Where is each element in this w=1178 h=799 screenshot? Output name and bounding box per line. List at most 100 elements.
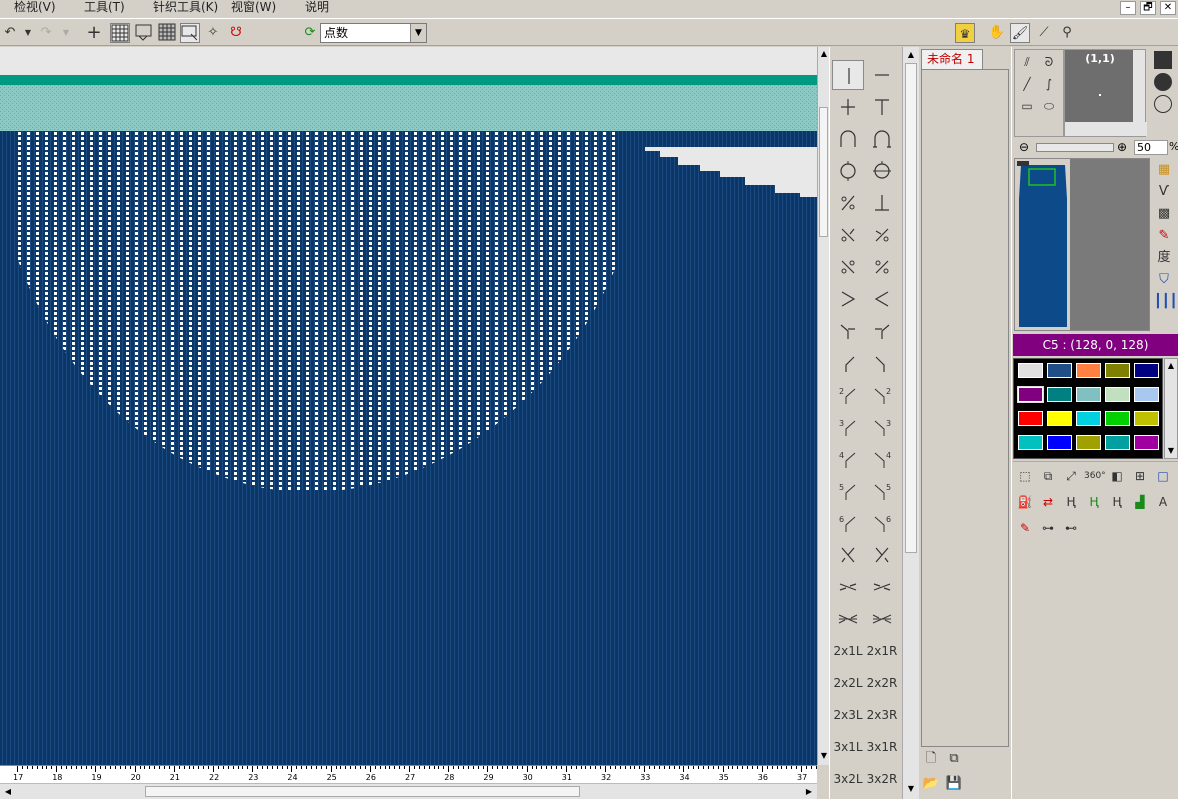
preview-vertical-scrollbar[interactable] [1133,50,1145,124]
brush-icon[interactable]: 🖌 [1010,23,1030,43]
hierarchy-icon[interactable]: ⊷ [1061,518,1081,538]
color-swatch[interactable] [1076,363,1101,378]
stitch-cross-right[interactable] [866,540,898,570]
menu-window[interactable]: 视窗(W) [231,0,276,17]
color-swatch[interactable] [1047,411,1072,426]
curve-pen-icon[interactable]: ᘐ [1039,52,1059,72]
marquee-icon[interactable] [180,23,200,43]
scroll-up-icon[interactable]: ▲ [1165,360,1177,372]
grid-split-icon[interactable]: ⊞ [1130,466,1150,486]
stitch-corner-left-3[interactable]: 3 [832,412,864,442]
filled-circle-icon[interactable] [1154,73,1172,91]
open-folder-icon[interactable]: 📂 [922,775,940,793]
stitch-2x3l[interactable]: 2x3L [832,700,864,730]
close-button[interactable]: ✕ [1160,1,1176,15]
color-swatch[interactable] [1105,435,1130,450]
stitch-tee[interactable] [866,92,898,122]
stitch-corner-left-4[interactable]: 4 [832,444,864,474]
stitch-palette-scrollbar[interactable]: ▲ ▼ [902,47,919,799]
stitch-corner-left-5[interactable]: 5 [832,476,864,506]
stitch-circle-bar[interactable] [866,156,898,186]
curve-tool-icon[interactable]: ∫ [1039,74,1059,94]
stitch-double-cross-right[interactable] [866,572,898,602]
stitch-horizontal[interactable] [866,60,898,90]
pencil-line-icon[interactable]: ⫽ [1017,52,1037,72]
crosshair-icon[interactable]: + [84,23,104,43]
hand-icon[interactable]: ✋ [987,23,1007,43]
stitch-2x2r[interactable]: 2x2R [866,668,898,698]
garment-overview[interactable] [1014,158,1150,331]
stitch-corner-right[interactable] [866,348,898,378]
zoom-out-icon[interactable]: ⊖ [1016,139,1032,155]
knit-canvas[interactable] [0,47,817,765]
scale-icon[interactable]: ⤢ [1061,466,1081,486]
stitch-triple-cross-right[interactable] [866,604,898,634]
color-swatch[interactable] [1105,411,1130,426]
stitch-double-cross-left[interactable] [832,572,864,602]
frame-icon[interactable]: □ [1153,466,1173,486]
rotate-360-icon[interactable]: 360° [1084,466,1106,486]
stitch-corner-right-5[interactable]: 5 [866,476,898,506]
replace-color-icon[interactable]: ⇄ [1038,492,1058,512]
horizontal-scroll-thumb[interactable] [145,786,580,797]
menu-view[interactable]: 检视(V) [14,0,56,17]
document-tab[interactable]: 未命名 1 [921,49,983,69]
v-icon[interactable]: Ѵ [1154,182,1174,202]
shield-icon[interactable]: ⛉ [1154,270,1174,290]
stitch-2x1r[interactable]: 2x1R [866,636,898,666]
menu-knit-tools[interactable]: 针织工具(K) [153,0,218,17]
stitch-vertical[interactable] [832,60,864,90]
stitch-circle[interactable] [832,156,864,186]
undo-dropdown-icon[interactable]: ▼ [18,23,38,43]
stitch-3x1r[interactable]: 3x1R [866,732,898,762]
color-swatch[interactable] [1105,387,1130,402]
minimize-button[interactable]: – [1120,1,1136,15]
grid-icon[interactable] [110,23,130,43]
column-paint-icon[interactable]: Ⱨ [1084,492,1104,512]
pattern-fill-icon[interactable] [157,23,177,43]
scroll-up-icon[interactable]: ▲ [905,49,917,61]
stitch-3x2r[interactable]: 3x2R [866,764,898,794]
color-swatch[interactable] [1134,411,1159,426]
stitch-2x3r[interactable]: 2x3R [866,700,898,730]
fill-bucket-icon[interactable]: ⛽ [1015,492,1035,512]
stitch-greater[interactable] [832,284,864,314]
color-swatch[interactable] [1105,363,1130,378]
stitch-corner-left-2[interactable]: 2 [832,380,864,410]
bars-icon[interactable]: ┃┃┃ [1154,292,1177,312]
redo-icon[interactable]: ↷ [36,23,56,43]
copy-file-icon[interactable]: ⧉ [945,750,963,768]
marker-icon[interactable]: ✎ [1015,518,1035,538]
stitch-cross[interactable] [832,92,864,122]
scroll-right-icon[interactable]: ▶ [802,785,816,798]
grid-block-icon[interactable]: ▩ [1154,204,1174,224]
degree-icon[interactable]: 度 [1154,248,1174,268]
color-swatch[interactable] [1018,411,1043,426]
new-file-icon[interactable]: 🗋 [922,750,940,768]
menu-tools[interactable]: 工具(T) [84,0,125,17]
square-shape-icon[interactable] [1154,51,1172,69]
color-swatch[interactable] [1047,363,1072,378]
layout-icon[interactable]: ▦ [1154,160,1174,180]
stitch-slash-right-a[interactable] [866,220,898,250]
chevron-down-icon[interactable]: ▼ [410,24,426,42]
knit-pattern[interactable] [0,47,817,765]
stitch-cross-left[interactable] [832,540,864,570]
select-pattern-icon[interactable] [134,23,154,43]
line-icon[interactable]: ⟋ [1034,23,1054,43]
color-swatch[interactable] [1047,435,1072,450]
stitch-2x1l[interactable]: 2x1L [832,636,864,666]
stitch-corner-right-4[interactable]: 4 [866,444,898,474]
stitch-inverted-tee[interactable] [866,188,898,218]
stitch-slash-right-b[interactable] [866,252,898,282]
zoom-slider[interactable] [1036,143,1114,152]
stitch-slash-left-b[interactable] [832,252,864,282]
stitch-corner-right-2[interactable]: 2 [866,380,898,410]
color-swatch[interactable] [1134,387,1159,402]
color-swatch[interactable] [1076,411,1101,426]
stitch-less[interactable] [866,284,898,314]
stitch-arch[interactable] [832,124,864,154]
stitch-2x2l[interactable]: 2x2L [832,668,864,698]
horizontal-scrollbar[interactable]: ◀ ▶ [0,783,817,799]
text-a-icon[interactable]: A [1153,492,1173,512]
